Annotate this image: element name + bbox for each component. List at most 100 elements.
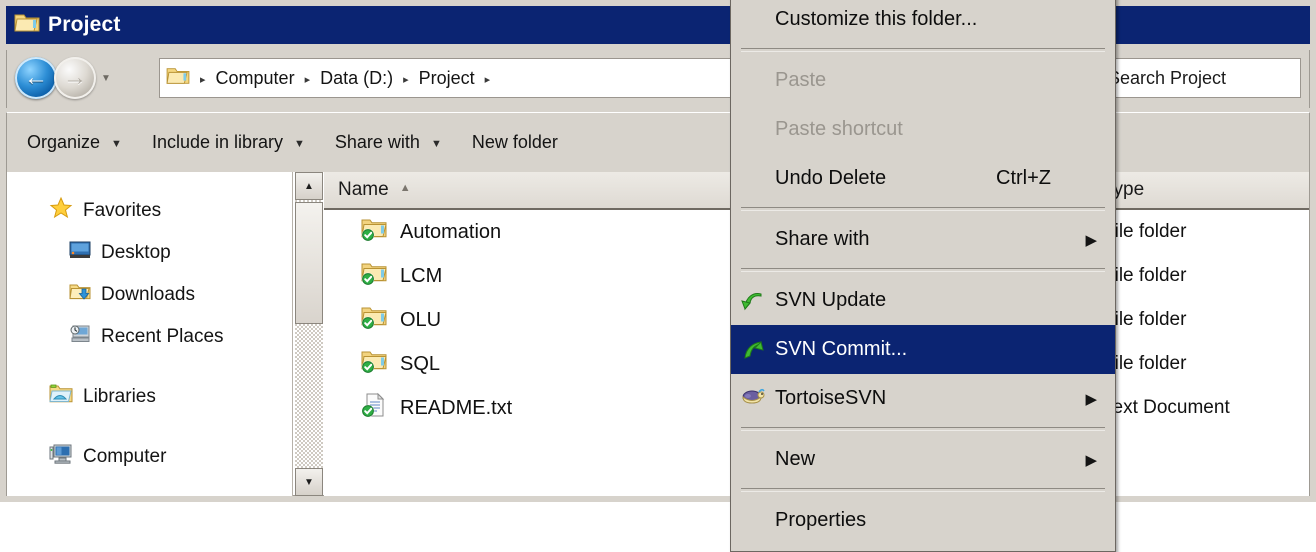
sidebar-item-computer[interactable]: Computer — [7, 436, 292, 478]
context-menu: Customize this folder... Paste Paste sho… — [730, 0, 1116, 552]
svn-update-icon — [739, 287, 767, 315]
file-name-label: LCM — [400, 264, 443, 287]
breadcrumb-item-data-d[interactable]: Data (D:) — [320, 67, 393, 90]
new-folder-label: New folder — [471, 132, 558, 152]
sidebar-item-libraries[interactable]: Libraries — [7, 376, 292, 418]
file-type-cell: File folder — [1103, 221, 1187, 242]
window-title: Project — [48, 13, 121, 36]
menu-item-properties[interactable]: Properties — [731, 496, 1115, 545]
downloads-folder-icon — [69, 282, 91, 308]
sidebar-item-favorites[interactable]: Favorites — [7, 190, 292, 232]
column-header-name-label: Name — [338, 179, 389, 200]
navigation-pane-scrollbar[interactable]: ▲ ▼ — [295, 172, 323, 496]
forward-button[interactable]: → — [54, 57, 96, 99]
file-name-label: README.txt — [400, 396, 513, 419]
menu-item-paste-shortcut: Paste shortcut — [731, 105, 1115, 154]
sidebar-item-label: Downloads — [101, 284, 195, 305]
file-type-cell: File folder — [1103, 353, 1187, 374]
breadcrumb-separator-0[interactable]: ▸ — [200, 73, 206, 86]
file-type-cell: File folder — [1103, 265, 1187, 286]
file-name-label: SQL — [400, 352, 441, 375]
menu-item-label: Share with — [775, 228, 870, 250]
sidebar-item-downloads[interactable]: Downloads — [7, 274, 292, 316]
sort-ascending-icon: ▲ — [399, 182, 411, 194]
scroll-up-button[interactable]: ▲ — [295, 172, 323, 200]
desktop-icon — [69, 240, 91, 266]
column-header-type[interactable]: Type — [1089, 172, 1299, 208]
search-box[interactable]: Search Project — [1101, 58, 1301, 98]
address-folder-icon — [166, 66, 190, 91]
menu-item-label: Customize this folder... — [775, 8, 978, 30]
share-with-label: Share with — [334, 132, 420, 152]
organize-label: Organize — [27, 132, 101, 152]
breadcrumb-separator-1[interactable]: ▸ — [305, 73, 311, 86]
menu-item-svn-update[interactable]: SVN Update — [731, 276, 1115, 325]
folder-icon — [14, 12, 40, 39]
computer-icon — [49, 443, 73, 471]
back-arrow-icon: ← — [24, 64, 48, 91]
forward-arrow-icon: → — [63, 64, 87, 91]
menu-item-label: SVN Update — [775, 289, 887, 311]
share-with-button[interactable]: Share with ▼ — [335, 132, 442, 153]
menu-item-paste: Paste — [731, 56, 1115, 105]
search-input[interactable]: Search Project — [1108, 68, 1226, 89]
menu-item-label: Undo Delete — [775, 167, 887, 189]
menu-separator — [741, 207, 1105, 211]
file-name-label: Automation — [400, 220, 502, 243]
back-button[interactable]: ← — [15, 57, 57, 99]
menu-item-svn-commit[interactable]: SVN Commit... — [731, 325, 1115, 374]
organize-button[interactable]: Organize ▼ — [27, 132, 122, 153]
include-in-library-button[interactable]: Include in library ▼ — [152, 132, 305, 153]
chevron-down-icon: ▼ — [294, 137, 305, 150]
menu-separator — [741, 427, 1105, 431]
menu-item-label: Properties — [775, 509, 867, 531]
textfile-svn-ok-icon — [360, 392, 388, 424]
breadcrumb-separator-3[interactable]: ▸ — [485, 73, 491, 86]
menu-item-label: TortoiseSVN — [775, 387, 887, 409]
explorer-window: Project ← → ▼ ▸ Computer ▸ Data (D:) ▸ P… — [0, 0, 1316, 502]
menu-item-share-with[interactable]: Share with ▶ — [731, 215, 1115, 264]
navigation-pane: Favorites Desktop Downloads Recent Place… — [7, 172, 293, 496]
menu-separator — [741, 488, 1105, 492]
breadcrumb-item-project[interactable]: Project — [419, 67, 475, 90]
folder-svn-ok-icon — [360, 304, 388, 336]
include-in-library-label: Include in library — [151, 132, 283, 152]
sidebar-item-label: Favorites — [83, 200, 162, 221]
breadcrumb: ▸ Computer ▸ Data (D:) ▸ Project ▸ — [190, 67, 500, 90]
menu-item-tortoisesvn[interactable]: TortoiseSVN ▶ — [731, 374, 1115, 423]
scroll-down-button[interactable]: ▼ — [295, 468, 323, 496]
file-type-cell: File folder — [1103, 309, 1187, 330]
menu-item-label: New — [775, 448, 816, 470]
chevron-right-icon: ▶ — [1085, 451, 1097, 469]
menu-item-shortcut: Ctrl+Z — [996, 167, 1051, 189]
folder-svn-ok-icon — [360, 260, 388, 292]
menu-item-undo-delete[interactable]: Undo Delete Ctrl+Z — [731, 154, 1115, 203]
sidebar-item-label: Libraries — [83, 386, 156, 407]
sidebar-item-label: Desktop — [101, 242, 171, 263]
sidebar-item-label: Recent Places — [101, 326, 224, 347]
menu-item-new[interactable]: New ▶ — [731, 435, 1115, 484]
new-folder-button[interactable]: New folder — [472, 132, 558, 153]
menu-separator — [741, 268, 1105, 272]
chevron-right-icon: ▶ — [1085, 390, 1097, 408]
folder-svn-ok-icon — [360, 348, 388, 380]
recent-places-icon — [69, 324, 91, 350]
menu-item-label: Paste — [775, 69, 827, 91]
chevron-right-icon: ▶ — [1085, 231, 1097, 249]
sidebar-item-desktop[interactable]: Desktop — [7, 232, 292, 274]
menu-item-customize-this-folder[interactable]: Customize this folder... — [731, 0, 1115, 44]
chevron-down-icon: ▼ — [111, 137, 122, 150]
menu-separator — [741, 48, 1105, 52]
tortoise-icon — [739, 385, 767, 413]
menu-item-label: Paste shortcut — [775, 118, 903, 140]
scrollbar-thumb[interactable] — [295, 202, 323, 324]
breadcrumb-item-computer[interactable]: Computer — [216, 67, 295, 90]
sidebar-item-recent-places[interactable]: Recent Places — [7, 316, 292, 358]
folder-svn-ok-icon — [360, 216, 388, 248]
chevron-down-icon: ▼ — [430, 137, 442, 150]
recent-locations-caret-icon[interactable]: ▼ — [101, 73, 111, 84]
svn-commit-icon — [739, 336, 767, 364]
breadcrumb-separator-2[interactable]: ▸ — [403, 73, 409, 86]
